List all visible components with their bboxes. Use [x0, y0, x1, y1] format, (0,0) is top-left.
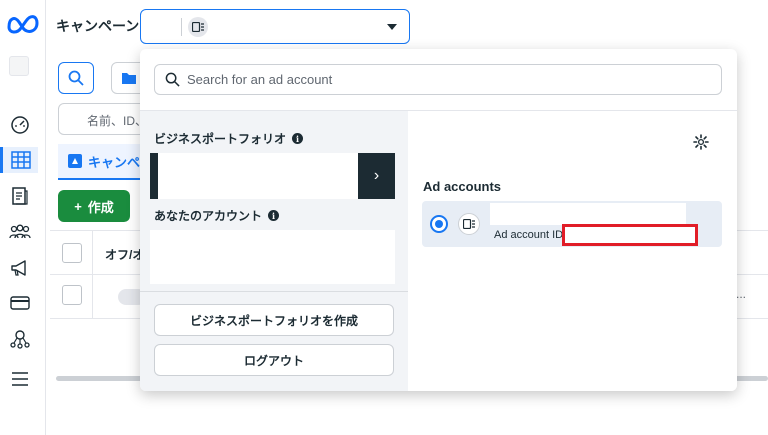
- campaign-flag-icon: [68, 154, 82, 168]
- chevron-right-icon[interactable]: ›: [358, 153, 395, 199]
- search-icon: [68, 70, 84, 86]
- ad-accounts-heading: Ad accounts: [423, 179, 502, 194]
- business-portfolio-heading: ビジネスポートフォリオ i: [154, 130, 304, 147]
- ad-account-icon: [458, 213, 480, 235]
- ad-account-selector[interactable]: [140, 9, 410, 44]
- chevron-down-icon[interactable]: [387, 24, 397, 30]
- ad-account-name: [490, 203, 686, 225]
- column-divider: [92, 231, 93, 319]
- search-button[interactable]: [58, 62, 94, 94]
- select-all-checkbox[interactable]: [62, 243, 82, 263]
- ad-accounts-pane: Ad accounts Ad account ID:: [408, 111, 737, 391]
- logout-button[interactable]: ログアウト: [154, 344, 394, 376]
- search-icon: [165, 72, 180, 87]
- info-icon[interactable]: i: [268, 210, 280, 221]
- left-nav-rail: [0, 0, 46, 435]
- create-button-label: 作成: [87, 199, 114, 215]
- business-portfolio-item[interactable]: ›: [150, 153, 395, 199]
- audiences-people-icon[interactable]: [5, 219, 35, 245]
- ad-account-search[interactable]: [154, 64, 722, 95]
- pane-divider: [140, 291, 408, 292]
- your-accounts-label: あなたのアカウント: [154, 209, 263, 223]
- business-tools-network-icon[interactable]: [5, 326, 35, 352]
- folder-icon: [122, 73, 136, 84]
- ads-megaphone-icon[interactable]: [5, 255, 35, 281]
- portfolio-pane: ビジネスポートフォリオ i › あなたのアカウント i ビジネスポートフォリオを…: [140, 111, 408, 391]
- all-tools-menu-icon[interactable]: [5, 366, 35, 392]
- info-icon[interactable]: i: [292, 133, 304, 144]
- plus-icon: +: [74, 198, 82, 214]
- row-checkbox[interactable]: [62, 285, 82, 305]
- tab-campaigns-label: キャンペ: [88, 154, 141, 170]
- create-business-portfolio-button[interactable]: ビジネスポートフォリオを作成: [154, 304, 394, 336]
- reports-document-icon[interactable]: [5, 183, 35, 209]
- ad-account-id-label: Ad account ID:: [494, 229, 567, 241]
- portfolio-color-bar: [150, 153, 158, 199]
- ad-account-item[interactable]: Ad account ID:: [422, 201, 722, 247]
- selector-divider: [181, 18, 182, 36]
- account-switcher-popup: ビジネスポートフォリオ i › あなたのアカウント i ビジネスポートフォリオを…: [140, 49, 737, 391]
- overview-gauge-icon[interactable]: [5, 112, 35, 138]
- row-ellipsis: ...: [736, 287, 747, 301]
- ad-account-radio[interactable]: [430, 215, 448, 233]
- campaigns-table-icon[interactable]: [0, 147, 38, 173]
- column-header-onoff[interactable]: オフ/オ: [105, 246, 144, 263]
- your-accounts-heading: あなたのアカウント i: [154, 207, 280, 224]
- page-title: キャンペーン: [56, 18, 140, 34]
- business-portfolio-label: ビジネスポートフォリオ: [154, 132, 287, 146]
- ad-account-icon: [188, 17, 208, 37]
- create-button[interactable]: + 作成: [58, 190, 130, 222]
- redaction-box: [562, 224, 698, 246]
- gear-icon[interactable]: [693, 134, 709, 153]
- search-input[interactable]: [187, 65, 707, 94]
- your-account-item[interactable]: [150, 230, 395, 284]
- account-avatar[interactable]: [9, 56, 29, 76]
- meta-logo-icon[interactable]: [6, 12, 40, 34]
- billing-card-icon[interactable]: [5, 290, 35, 316]
